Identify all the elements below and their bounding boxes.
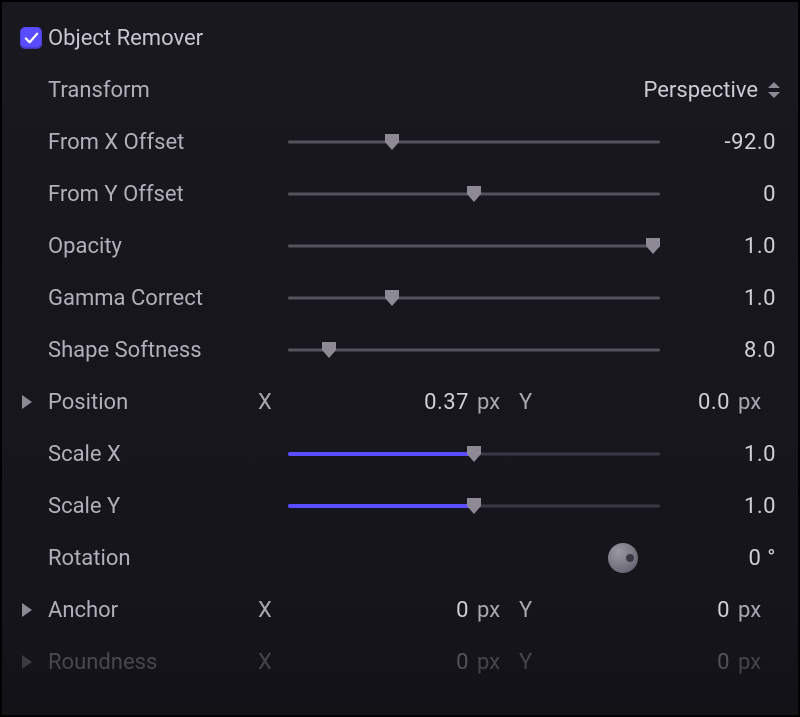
scale-x-label: Scale X — [48, 442, 278, 467]
from-y-offset-label: From Y Offset — [48, 182, 278, 207]
effect-title: Object Remover — [48, 26, 278, 51]
opacity-slider[interactable] — [288, 234, 660, 258]
effect-enabled-checkbox[interactable] — [20, 27, 42, 49]
roundness-x-axis: X — [258, 650, 288, 675]
opacity-label: Opacity — [48, 234, 278, 259]
from-x-offset-slider[interactable] — [288, 130, 660, 154]
roundness-x-value[interactable]: 0 — [288, 650, 477, 675]
gamma-correct-value[interactable]: 1.0 — [650, 286, 780, 311]
check-icon — [24, 31, 39, 46]
scale-y-slider[interactable] — [288, 494, 660, 518]
shape-softness-label: Shape Softness — [48, 338, 278, 363]
rotation-label: Rotation — [48, 546, 278, 571]
dial-icon — [608, 543, 638, 573]
gamma-correct-row: Gamma Correct 1.0 — [20, 272, 780, 324]
from-y-offset-value[interactable]: 0 — [650, 182, 780, 207]
roundness-x-unit: px — [477, 650, 519, 675]
opacity-row: Opacity 1.0 — [20, 220, 780, 272]
position-label: Position — [48, 390, 258, 415]
rotation-value[interactable]: 0 ° — [650, 546, 780, 571]
shape-softness-value[interactable]: 8.0 — [650, 338, 780, 363]
gamma-correct-label: Gamma Correct — [48, 286, 278, 311]
roundness-y-axis: Y — [519, 650, 549, 675]
position-x-value[interactable]: 0.37 — [288, 390, 477, 415]
disclosure-triangle-icon[interactable] — [22, 395, 32, 409]
select-arrows-icon — [768, 82, 780, 98]
slider-thumb-icon — [319, 340, 339, 360]
position-x-axis: X — [258, 390, 288, 415]
position-y-unit: px — [738, 390, 780, 415]
anchor-row: Anchor X 0 px Y 0 px — [20, 584, 780, 636]
transform-value: Perspective — [644, 78, 758, 103]
anchor-y-unit: px — [738, 598, 780, 623]
anchor-x-value[interactable]: 0 — [288, 598, 477, 623]
slider-thumb-icon — [643, 236, 663, 256]
anchor-label: Anchor — [48, 598, 258, 623]
disclosure-triangle-icon[interactable] — [22, 603, 32, 617]
opacity-value[interactable]: 1.0 — [650, 234, 780, 259]
scale-x-slider[interactable] — [288, 442, 660, 466]
scale-y-value[interactable]: 1.0 — [650, 494, 780, 519]
rotation-row: Rotation 0 ° — [20, 532, 780, 584]
position-y-axis: Y — [519, 390, 549, 415]
transform-select[interactable]: Perspective — [650, 78, 780, 103]
slider-thumb-icon — [464, 496, 484, 516]
position-y-value[interactable]: 0.0 — [549, 390, 738, 415]
roundness-y-value[interactable]: 0 — [549, 650, 738, 675]
slider-thumb-icon — [382, 288, 402, 308]
shape-softness-row: Shape Softness 8.0 — [20, 324, 780, 376]
scale-y-label: Scale Y — [48, 494, 278, 519]
slider-thumb-icon — [382, 132, 402, 152]
anchor-x-axis: X — [258, 598, 288, 623]
transform-label: Transform — [48, 78, 278, 103]
scale-x-row: Scale X 1.0 — [20, 428, 780, 480]
from-x-offset-value[interactable]: -92.0 — [650, 130, 780, 155]
rotation-dial[interactable] — [288, 542, 660, 574]
roundness-label: Roundness — [48, 650, 258, 675]
position-x-unit: px — [477, 390, 519, 415]
from-x-offset-row: From X Offset -92.0 — [20, 116, 780, 168]
anchor-x-unit: px — [477, 598, 519, 623]
effect-header: Object Remover — [20, 12, 780, 64]
position-row: Position X 0.37 px Y 0.0 px — [20, 376, 780, 428]
disclosure-triangle-icon[interactable] — [22, 655, 32, 669]
gamma-correct-slider[interactable] — [288, 286, 660, 310]
from-y-offset-slider[interactable] — [288, 182, 660, 206]
anchor-y-value[interactable]: 0 — [549, 598, 738, 623]
from-x-offset-label: From X Offset — [48, 130, 278, 155]
slider-thumb-icon — [464, 444, 484, 464]
roundness-y-unit: px — [738, 650, 780, 675]
anchor-y-axis: Y — [519, 598, 549, 623]
from-y-offset-row: From Y Offset 0 — [20, 168, 780, 220]
scale-x-value[interactable]: 1.0 — [650, 442, 780, 467]
roundness-row: Roundness X 0 px Y 0 px — [20, 636, 780, 688]
transform-row: Transform Perspective — [20, 64, 780, 116]
slider-thumb-icon — [464, 184, 484, 204]
scale-y-row: Scale Y 1.0 — [20, 480, 780, 532]
shape-softness-slider[interactable] — [288, 338, 660, 362]
